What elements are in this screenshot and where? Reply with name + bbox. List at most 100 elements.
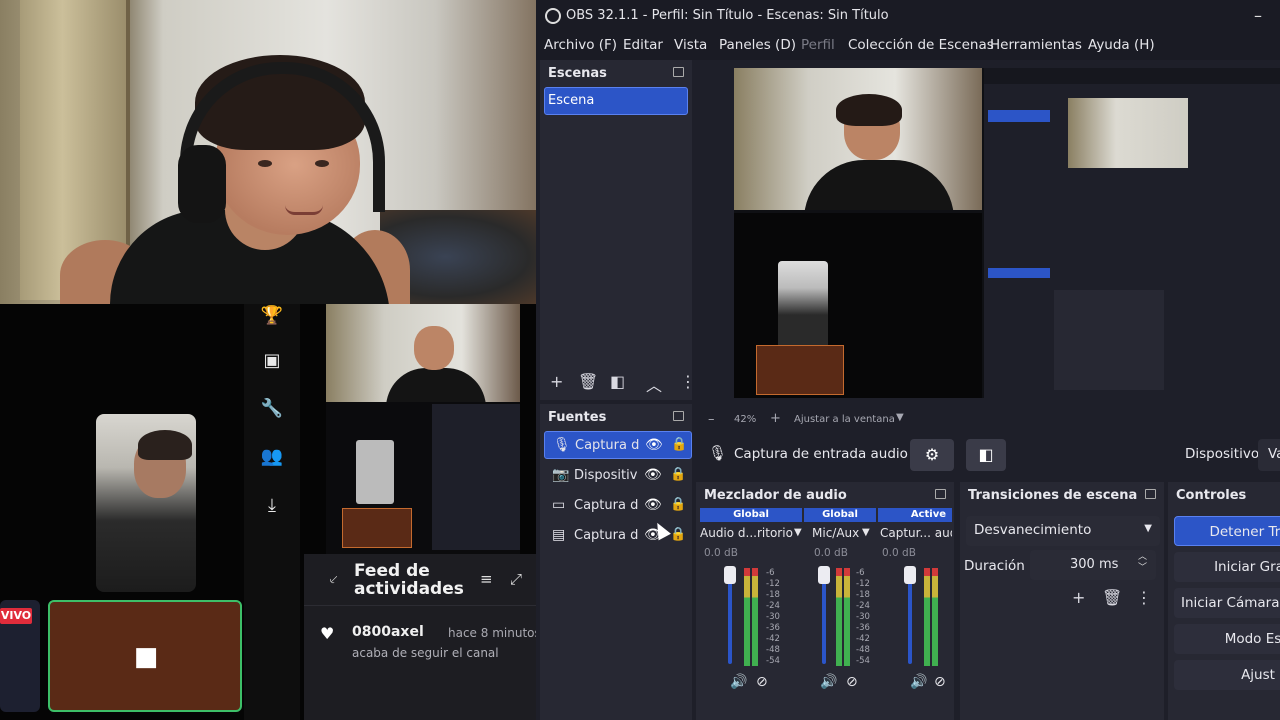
menu-coleccion[interactable]: Colección de Escenas <box>848 37 994 53</box>
trash-icon[interactable]: 🗑 <box>1102 588 1122 607</box>
channel-tag: Global <box>804 508 876 522</box>
pin-icon[interactable]: ⸔ <box>328 570 339 589</box>
volume-fader[interactable] <box>724 566 736 584</box>
more-icon[interactable]: ⋮ <box>680 372 696 391</box>
settings-gear-button[interactable]: ⚙ <box>910 439 954 471</box>
start-virtual-camera-button[interactable]: Iniciar Cámara V <box>1174 588 1280 618</box>
add-icon[interactable]: + <box>1072 588 1085 607</box>
users-icon[interactable]: 👥 <box>260 445 284 469</box>
menu-herramientas[interactable]: Herramientas <box>990 37 1082 53</box>
fit-window[interactable]: Ajustar a la ventana <box>794 414 895 425</box>
title-bar: OBS 32.1.1 - Perfil: Sin Título - Escena… <box>536 0 1280 32</box>
trash-icon[interactable]: 🗑 <box>578 372 598 391</box>
more-icon[interactable]: ⋮ <box>1136 588 1152 607</box>
activity-feed: ⸔ Feed de actividades ≡ ⤢ ♥ 0800axel hac… <box>304 554 541 720</box>
volume-track[interactable] <box>908 570 912 664</box>
volume-track[interactable] <box>728 570 732 664</box>
add-icon[interactable]: + <box>550 372 563 391</box>
device-label: Dispositivo <box>1185 446 1260 462</box>
nested-phone <box>356 440 394 504</box>
filter-icon[interactable]: ≡ <box>480 570 493 588</box>
transition-select[interactable]: Desvanecimiento ▼ <box>966 516 1160 546</box>
speaker-icon[interactable]: 🔊 <box>820 674 837 690</box>
volume-fader[interactable] <box>818 566 830 584</box>
undock-icon[interactable] <box>673 67 684 77</box>
program-preview[interactable] <box>734 68 1280 398</box>
eye-icon[interactable]: 👁 <box>644 497 662 513</box>
channel-name[interactable]: Audio d...ritorio <box>700 526 793 540</box>
menu-ayuda[interactable]: Ayuda (H) <box>1088 37 1155 53</box>
camera-off-tile[interactable]: ■ <box>48 600 242 712</box>
menu-archivo[interactable]: Archivo (F) <box>544 37 617 53</box>
eye-icon[interactable]: 👁 <box>645 437 663 453</box>
lock-icon[interactable]: 🔒 <box>671 437 687 453</box>
chevron-down-icon[interactable]: ▼ <box>862 527 870 538</box>
monitor-toggle-icon[interactable]: ⊘ <box>934 674 946 690</box>
device-select[interactable]: Varios micrófonos (Realtek(R) <box>1258 439 1280 471</box>
filter-icon[interactable]: ◧ <box>610 372 625 391</box>
nested-preview <box>326 304 520 554</box>
zoom-out-icon[interactable]: – <box>708 412 715 427</box>
lock-icon[interactable]: 🔒 <box>670 467 686 483</box>
phone-camera-preview <box>96 414 196 592</box>
menu-perfil[interactable]: Perfil <box>801 37 835 53</box>
nested-source <box>988 268 1050 278</box>
popout-icon[interactable]: ⤢ <box>510 570 522 588</box>
settings-button[interactable]: Ajust <box>1174 660 1280 690</box>
level-meter <box>932 568 938 666</box>
lock-icon[interactable]: 🔒 <box>670 497 686 513</box>
chevron-up-icon[interactable]: ︿ <box>646 372 662 396</box>
stop-transmission-button[interactable]: Detener Tra <box>1174 516 1280 546</box>
undock-icon[interactable] <box>935 489 946 499</box>
feed-time: hace 8 minutos <box>448 626 541 640</box>
feed-user[interactable]: 0800axel <box>352 624 424 640</box>
preview-phone <box>778 261 828 351</box>
undock-icon[interactable] <box>673 411 684 421</box>
minimize-icon[interactable]: – <box>1254 6 1262 25</box>
speaker-icon[interactable]: 🔊 <box>910 674 927 690</box>
channel-tag: Global <box>700 508 802 522</box>
studio-mode-button[interactable]: Modo Es <box>1174 624 1280 654</box>
controls-title: Controles <box>1176 488 1247 503</box>
video-camera-icon: ■ <box>133 642 159 672</box>
scenes-dock: Escenas Escena + 🗑 ◧ ︿ ⋮ <box>540 60 696 400</box>
scene-item[interactable]: Escena <box>544 87 688 115</box>
undock-icon[interactable] <box>1145 489 1156 499</box>
source-item[interactable]: 🎙 Captura d 👁 🔒 <box>544 431 692 459</box>
volume-track[interactable] <box>822 570 826 664</box>
headphone-cup <box>178 145 226 223</box>
channel-name[interactable]: Mic/Aux <box>812 526 859 540</box>
menu-paneles[interactable]: Paneles (D) <box>719 37 796 53</box>
filters-button[interactable]: ◧ <box>966 439 1006 471</box>
menu-editar[interactable]: Editar <box>623 37 663 53</box>
trophy-icon[interactable]: 🏆 <box>260 304 284 328</box>
media-icon[interactable]: ▣ <box>260 349 284 373</box>
meter-scale: -6 -12 -18 -24 -30 -36 -42 -48 -54 <box>766 568 780 666</box>
feed-title: Feed de actividades <box>354 561 464 599</box>
source-item[interactable]: 📷 Dispositiv 👁 🔒 <box>544 462 692 490</box>
monitor-toggle-icon[interactable]: ⊘ <box>846 674 858 690</box>
chevron-down-icon[interactable]: ▼ <box>794 527 802 538</box>
wrench-icon[interactable]: 🔧 <box>260 397 284 421</box>
transitions-title: Transiciones de escena <box>968 488 1138 503</box>
monitor-toggle-icon[interactable]: ⊘ <box>756 674 768 690</box>
source-item[interactable]: ▤ Captura d 👁 🔒 <box>544 522 692 550</box>
nested-webcam <box>326 304 520 402</box>
channel-name[interactable]: Captur... audi <box>880 526 952 540</box>
stepper-icon[interactable]: ︿ ﹀ <box>1138 552 1147 574</box>
lock-icon[interactable]: 🔒 <box>670 527 686 543</box>
properties-bar: 🎙 Captura de entrada audio ⚙ ◧ Dispositi… <box>696 434 1280 476</box>
microphone-icon: 🎙 <box>553 437 571 453</box>
start-recording-button[interactable]: Iniciar Gra <box>1174 552 1280 582</box>
duration-label: Duración <box>964 558 1025 574</box>
chevron-down-icon: ▼ <box>1144 523 1152 534</box>
source-item[interactable]: ▭ Captura d 👁 🔒 <box>544 492 692 520</box>
volume-fader[interactable] <box>904 566 916 584</box>
eye-icon[interactable]: 👁 <box>644 467 662 483</box>
meter-scale: -6 -12 -18 -24 -30 -36 -42 -48 -54 <box>856 568 870 666</box>
chevron-down-icon[interactable]: ▼ <box>896 412 904 423</box>
zoom-in-icon[interactable]: + <box>770 411 781 426</box>
download-icon[interactable]: ⤓ <box>260 494 284 518</box>
speaker-icon[interactable]: 🔊 <box>730 674 747 690</box>
menu-vista[interactable]: Vista <box>674 37 707 53</box>
